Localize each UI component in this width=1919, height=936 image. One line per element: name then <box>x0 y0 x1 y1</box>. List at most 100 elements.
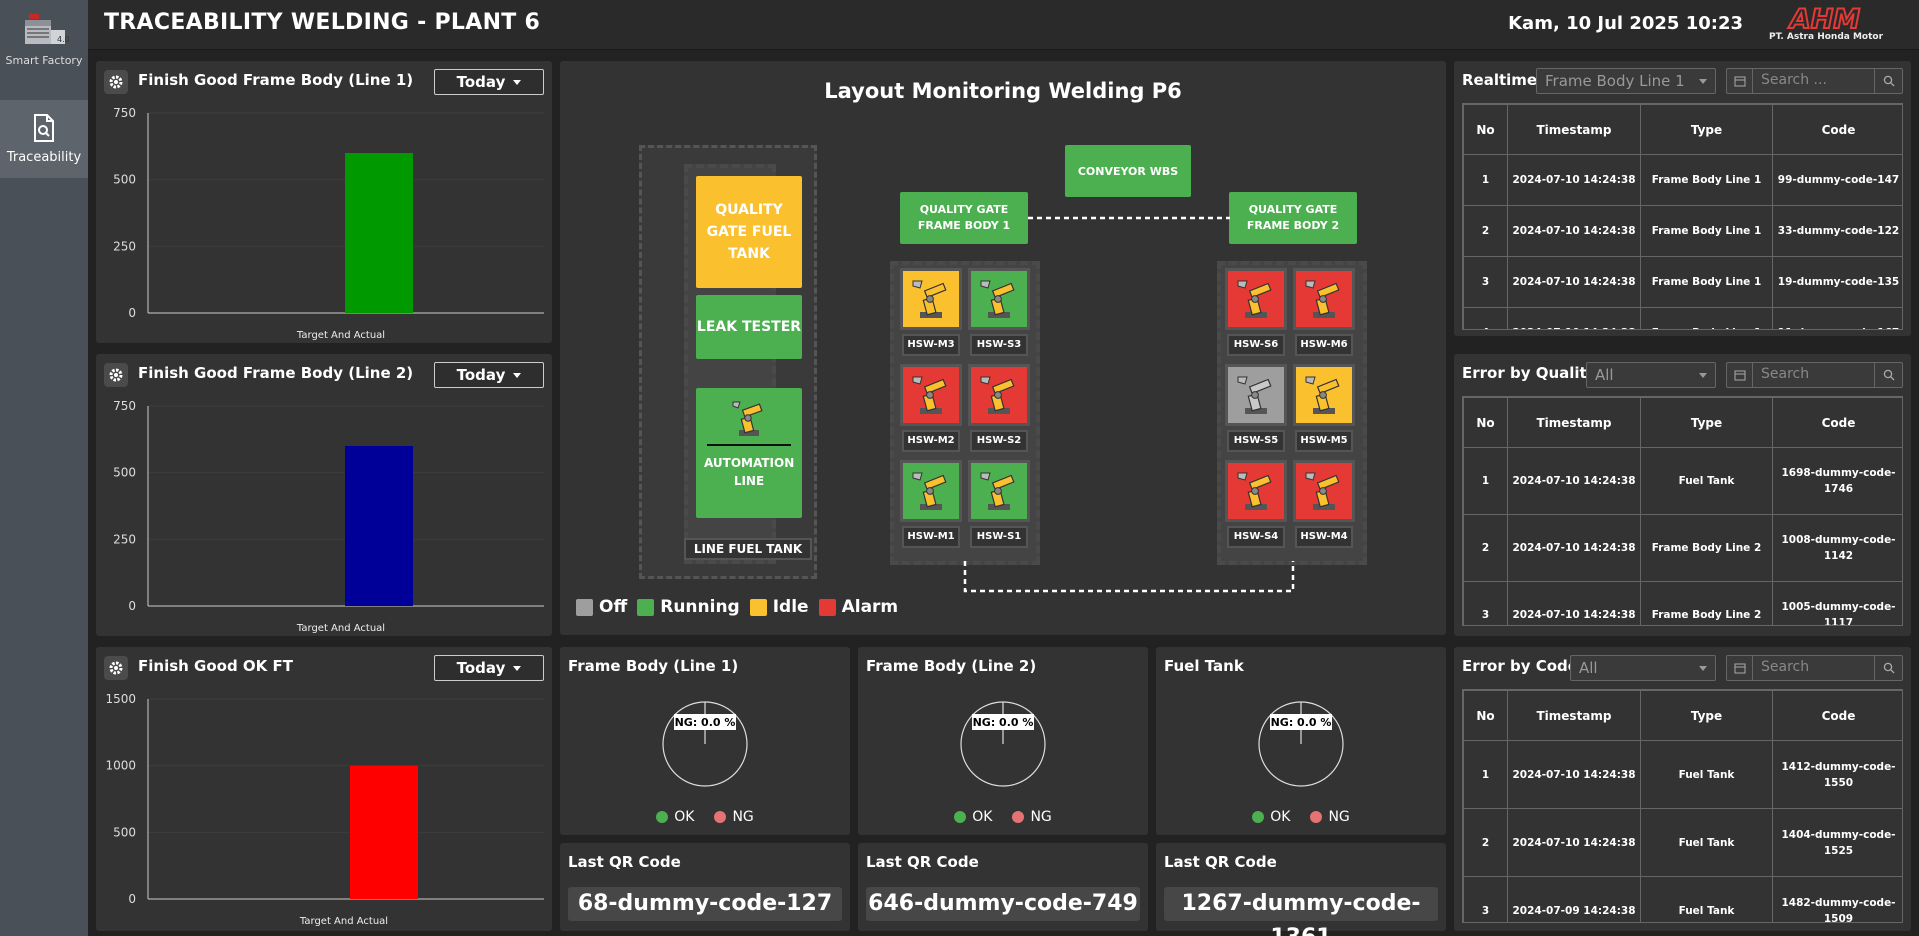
search-field[interactable]: Search <box>1726 362 1903 388</box>
table-title: Error by Quality <box>1462 364 1597 382</box>
column-header[interactable]: Type <box>1640 104 1773 155</box>
calendar-icon[interactable] <box>1727 363 1753 387</box>
bar-chart-line1: 0 250 500 750 Target And Actual <box>113 106 544 341</box>
calendar-icon[interactable] <box>1727 656 1753 680</box>
search-field[interactable]: Search <box>1726 655 1903 681</box>
datetime: Kam, 10 Jul 2025 10:23 <box>1508 13 1743 34</box>
sidebar-item-label: Traceability <box>6 149 82 165</box>
station-hsw-m5[interactable] <box>1293 364 1355 426</box>
table-cell: Frame Body Line 1 <box>1640 205 1773 257</box>
legend-label: Off <box>599 597 628 617</box>
pie-legend: OK NG <box>1156 809 1446 825</box>
table-cell: 2024-07-10 14:24:38 <box>1507 256 1641 308</box>
column-header[interactable]: Type <box>1640 397 1773 448</box>
bar-chart-ok-ft: 0 500 1000 1500 Target And Actual <box>105 692 544 927</box>
table-cell: 2024-07-09 14:24:38 <box>1507 876 1641 922</box>
robot-arm-icon <box>1237 280 1272 318</box>
station-hsw-s1[interactable] <box>968 460 1030 522</box>
conveyor-wbs[interactable]: CONVEYOR WBS <box>1065 145 1191 197</box>
table-cell: 1404-dummy-code-1525 <box>1772 808 1902 877</box>
settings-button[interactable] <box>104 656 128 680</box>
station-hsw-m2[interactable] <box>900 364 962 426</box>
column-header[interactable]: Code <box>1772 690 1902 741</box>
station-hsw-m3[interactable] <box>900 268 962 330</box>
pie-legend: OK NG <box>560 809 850 825</box>
station-hsw-m6[interactable] <box>1293 268 1355 330</box>
legend-label: Running <box>660 597 740 617</box>
table-row[interactable]: 3 2024-07-10 14:24:38 Frame Body Line 2 100… <box>1463 581 1902 625</box>
station-hsw-s3[interactable] <box>968 268 1030 330</box>
legend-ok[interactable]: OK <box>1252 809 1290 825</box>
table-row[interactable]: 1 2024-07-10 14:24:38 Fuel Tank 1412-dummy-… <box>1463 740 1902 809</box>
legend-ng[interactable]: NG <box>1012 809 1052 825</box>
search-input[interactable]: Search ... <box>1761 72 1827 88</box>
legend-label: OK <box>674 809 695 825</box>
factory-icon: 4.0 <box>25 14 69 44</box>
calendar-icon[interactable] <box>1727 69 1753 93</box>
table-cell: 99-dummy-code-147 <box>1772 154 1902 206</box>
period-dropdown[interactable]: Today <box>434 362 544 388</box>
search-input[interactable]: Search <box>1761 366 1809 382</box>
legend-ok[interactable]: OK <box>656 809 694 825</box>
legend-off: Off <box>576 597 627 617</box>
table-cell: 2024-07-10 14:24:38 <box>1507 581 1641 625</box>
line-select[interactable]: Frame Body Line 1 <box>1536 68 1716 94</box>
station-hsw-s5[interactable] <box>1225 364 1287 426</box>
column-header[interactable]: Code <box>1772 397 1902 448</box>
error-code-table: No Timestamp Type Code 1 2024-07-10 14:24:38 F… <box>1462 689 1903 923</box>
robot-arm-icon <box>1305 472 1340 510</box>
station-hsw-s2[interactable] <box>968 364 1030 426</box>
station-hsw-s6[interactable] <box>1225 268 1287 330</box>
column-header[interactable]: Code <box>1772 104 1902 155</box>
column-header[interactable]: Timestamp <box>1507 397 1641 448</box>
period-dropdown[interactable]: Today <box>434 655 544 681</box>
table-row[interactable]: 1 2024-07-10 14:24:38 Frame Body Line 1 99-… <box>1463 154 1902 206</box>
legend-ok[interactable]: OK <box>954 809 992 825</box>
column-header[interactable]: No <box>1463 397 1508 448</box>
quality-gate-fuel-tank[interactable]: QUALITY GATE FUEL TANK <box>696 176 802 288</box>
table-row[interactable]: 3 2024-07-10 14:24:38 Frame Body Line 1 19-… <box>1463 256 1902 308</box>
quality-gate-frame-body-1[interactable]: QUALITY GATE FRAME BODY 1 <box>900 192 1028 244</box>
station-label: HSW-M6 <box>1295 334 1353 356</box>
legend-ng[interactable]: NG <box>1310 809 1350 825</box>
column-header[interactable]: Timestamp <box>1507 104 1641 155</box>
table-row[interactable]: 42024-07-10 14:24:38Frame Body Line 111-… <box>1463 307 1902 329</box>
quality-gate-frame-body-2[interactable]: QUALITY GATE FRAME BODY 2 <box>1229 192 1357 244</box>
search-icon[interactable] <box>1874 363 1902 387</box>
table-cell: 1 <box>1463 740 1508 809</box>
period-dropdown[interactable]: Today <box>434 69 544 95</box>
automation-line[interactable]: AUTOMATION LINE <box>696 388 802 518</box>
quality-select[interactable]: All <box>1586 362 1716 388</box>
table-cell: 1698-dummy-code-1746 <box>1772 447 1902 515</box>
select-value: All <box>1595 366 1614 384</box>
settings-button[interactable] <box>104 70 128 94</box>
search-input[interactable]: Search <box>1761 659 1809 675</box>
column-header[interactable]: Timestamp <box>1507 690 1641 741</box>
station-hsw-m1[interactable] <box>900 460 962 522</box>
station-hsw-s4[interactable] <box>1225 460 1287 522</box>
table-row[interactable]: 3 2024-07-09 14:24:38 Fuel Tank 1482-dummy-… <box>1463 876 1902 922</box>
station-label: HSW-M2 <box>902 430 960 452</box>
leak-tester[interactable]: LEAK TESTER <box>696 295 802 359</box>
station-hsw-m4[interactable] <box>1293 460 1355 522</box>
table-cell: 11-dummy-code-167 <box>1772 307 1902 329</box>
search-field[interactable]: Search ... <box>1726 68 1903 94</box>
legend-ng[interactable]: NG <box>714 809 754 825</box>
search-icon[interactable] <box>1874 69 1902 93</box>
column-header[interactable]: Type <box>1640 690 1773 741</box>
realtime-panel: Realtime Frame Body Line 1 Search ... No… <box>1454 61 1911 336</box>
code-select[interactable]: All <box>1570 655 1716 681</box>
search-icon[interactable] <box>1874 656 1902 680</box>
table-row[interactable]: 2 2024-07-10 14:24:38 Fuel Tank 1404-dummy-… <box>1463 808 1902 877</box>
legend-label: OK <box>1270 809 1291 825</box>
chart-title: Finish Good OK FT <box>138 657 293 675</box>
table-row[interactable]: 2 2024-07-10 14:24:38 Frame Body Line 1 33-… <box>1463 205 1902 257</box>
sidebar-item-traceability[interactable]: Traceability <box>0 100 88 178</box>
table-row[interactable]: 2 2024-07-10 14:24:38 Frame Body Line 2 100… <box>1463 514 1902 582</box>
settings-button[interactable] <box>104 363 128 387</box>
table-row[interactable]: 1 2024-07-10 14:24:38 Fuel Tank 1698-dummy-… <box>1463 447 1902 515</box>
pie-title: Fuel Tank <box>1164 657 1244 675</box>
column-header[interactable]: No <box>1463 690 1508 741</box>
smart-factory-logo[interactable]: 4.0 Smart Factory <box>0 0 88 88</box>
column-header[interactable]: No <box>1463 104 1508 155</box>
